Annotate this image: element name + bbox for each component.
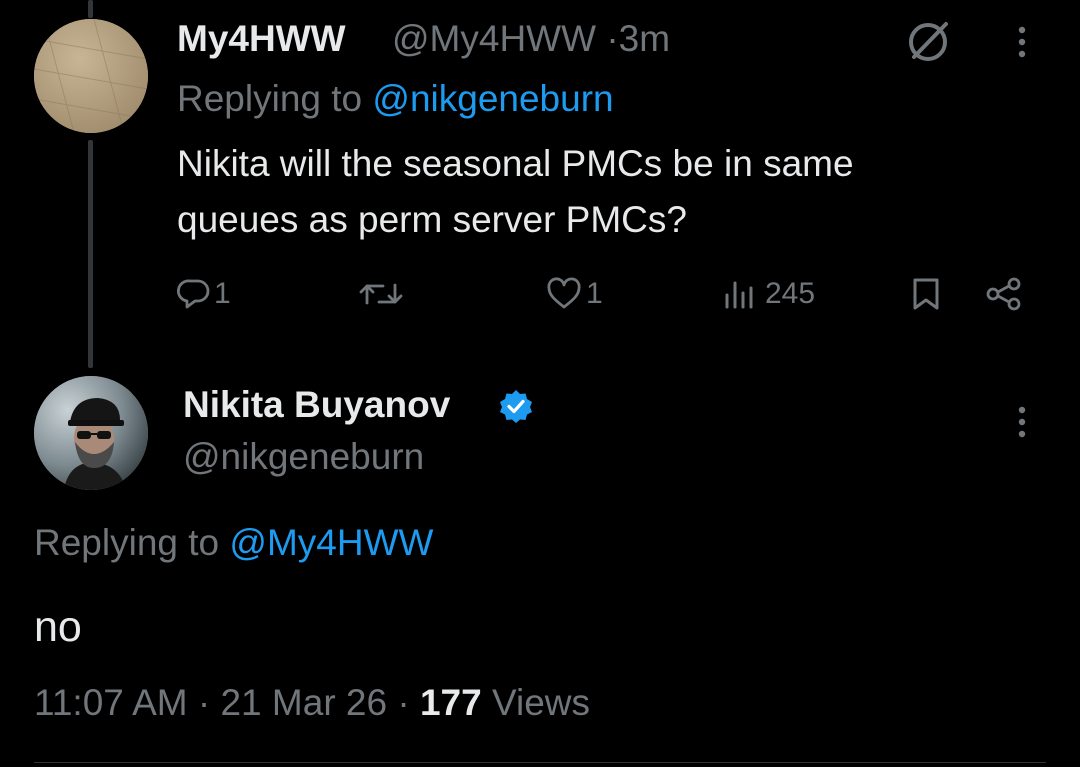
views-button[interactable]: 245 [721, 272, 815, 316]
tweet-text: no [34, 603, 82, 651]
avatar[interactable] [34, 19, 148, 133]
grok-icon[interactable] [902, 14, 954, 66]
tweet-time[interactable]: 11:07 AM [34, 682, 188, 723]
bookmark-button[interactable] [909, 272, 943, 316]
replying-prefix: Replying to [34, 522, 220, 563]
tweet-text: Nikita will the seasonal PMCs be in same… [177, 136, 1037, 248]
like-button[interactable]: 1 [545, 272, 603, 316]
tweet-time-ago[interactable]: 3m [619, 18, 670, 59]
bookmark-icon [913, 278, 939, 310]
more-options-icon[interactable] [1004, 402, 1040, 442]
author-display-name[interactable]: Nikita Buyanov [183, 382, 450, 428]
replying-to-link[interactable]: @My4HWW [229, 522, 433, 563]
more-options-icon[interactable] [1004, 22, 1040, 62]
reply-count: 1 [214, 277, 231, 310]
replying-prefix: Replying to [177, 78, 363, 119]
meta-separator: · [197, 682, 211, 723]
replying-to: Replying to @My4HWW [34, 520, 433, 566]
thread-connector-line [88, 0, 93, 18]
reply-button[interactable]: 1 [177, 272, 231, 316]
thread-connector-line [88, 140, 93, 368]
tweet-text-line: Nikita will the seasonal PMCs be in same [177, 143, 854, 184]
author-display-name[interactable]: My4HWW [177, 16, 346, 62]
views-icon [725, 281, 753, 309]
author-handle[interactable]: @My4HWW [392, 18, 596, 59]
like-count: 1 [586, 277, 603, 310]
meta-separator: · [397, 682, 410, 723]
share-button[interactable] [984, 272, 1024, 316]
tweet-text-line: queues as perm server PMCs? [177, 199, 687, 240]
avatar-image [34, 376, 148, 490]
tweet-date[interactable]: 21 Mar 26 [220, 682, 387, 723]
replying-to: Replying to @nikgeneburn [177, 76, 614, 122]
verified-badge-icon[interactable] [498, 388, 534, 424]
retweet-icon [359, 283, 403, 305]
share-icon [986, 277, 1021, 311]
author-handle[interactable]: @nikgeneburn [183, 434, 424, 480]
avatar-image [34, 19, 148, 133]
views-count[interactable]: 177 [420, 682, 482, 723]
avatar[interactable] [34, 376, 148, 490]
retweet-button[interactable] [357, 272, 405, 316]
tweet-timestamp-row: 11:07 AM · 21 Mar 26 · 177 Views [34, 680, 590, 726]
meta-separator: · [606, 18, 619, 59]
reply-icon [177, 279, 210, 309]
divider [34, 762, 1046, 763]
author-meta: @My4HWW ·3m [392, 16, 670, 62]
replying-to-link[interactable]: @nikgeneburn [372, 78, 613, 119]
like-icon [547, 277, 581, 309]
views-label: Views [491, 682, 591, 723]
view-count: 245 [765, 277, 816, 310]
